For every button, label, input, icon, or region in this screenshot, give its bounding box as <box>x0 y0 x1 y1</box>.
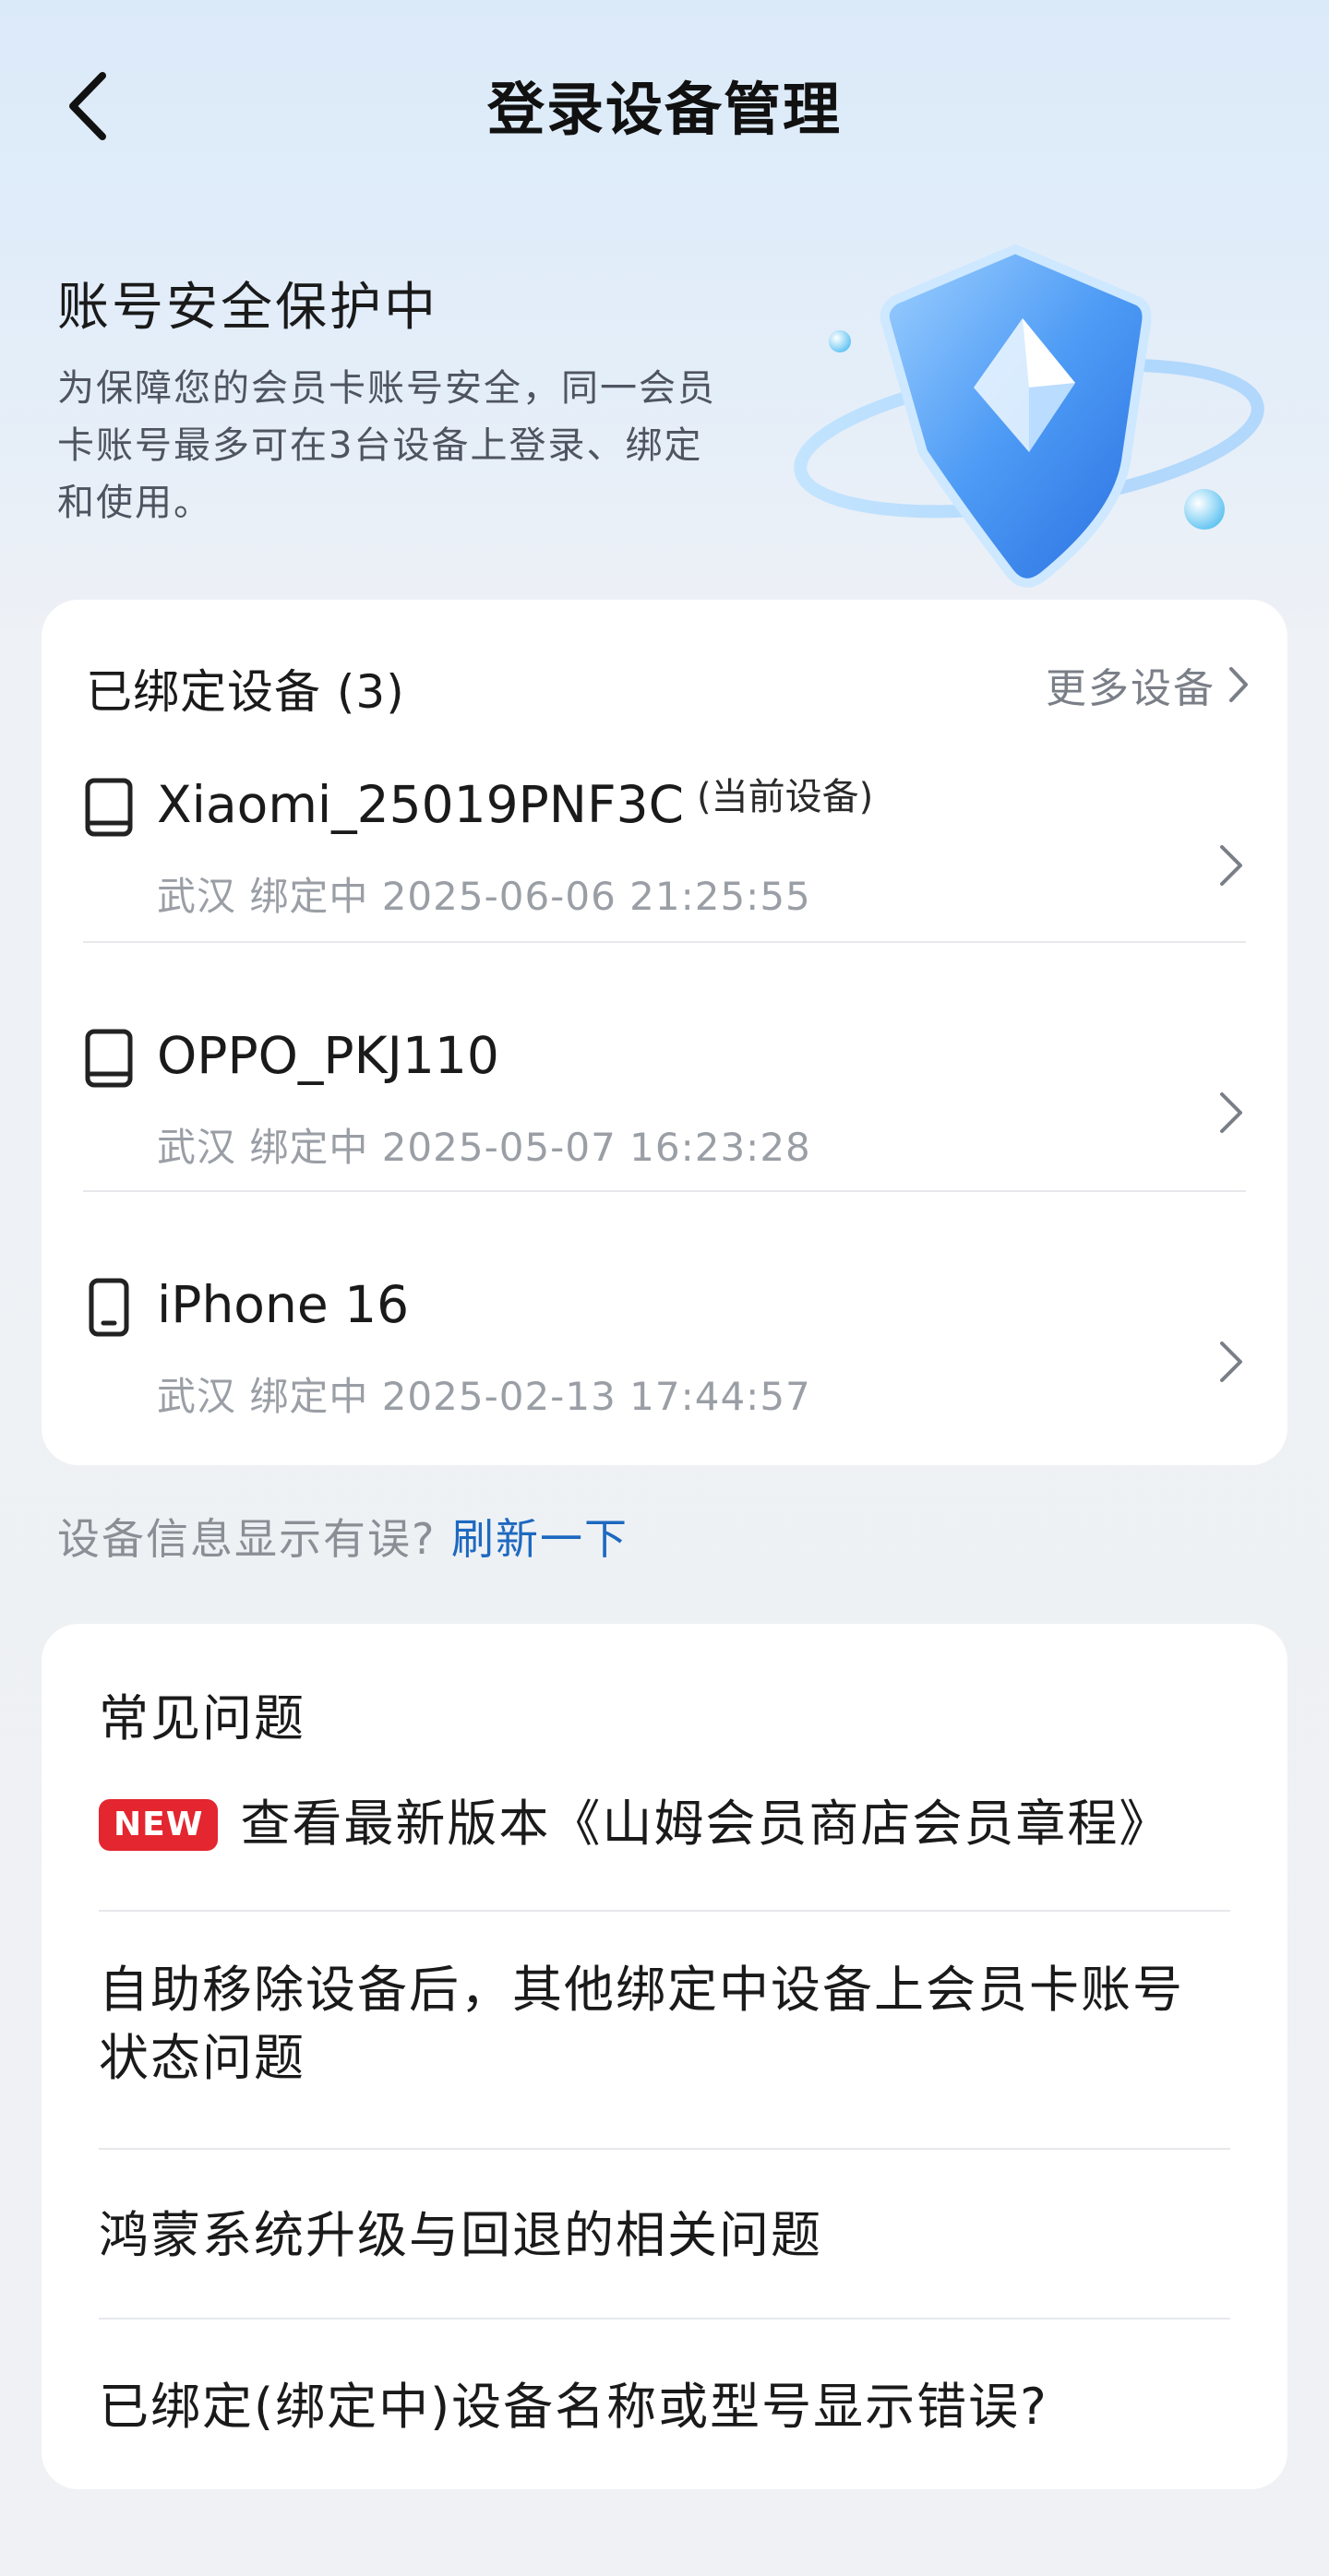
refresh-prompt-text: 设备信息显示有误? <box>57 1514 437 1564</box>
more-devices-label: 更多设备 <box>1046 665 1215 712</box>
page-title: 登录设备管理 <box>486 76 842 143</box>
refresh-prompt: 设备信息显示有误? 刷新一下 <box>57 1506 629 1567</box>
chevron-right-icon <box>1220 1342 1242 1382</box>
chevron-right-icon <box>1220 1092 1242 1133</box>
faq-item-label: 查看最新版本《山姆会员商店会员章程》 <box>240 1795 1171 1853</box>
divider <box>99 2148 1230 2150</box>
security-description: 为保障您的会员卡账号安全，同一会员卡账号最多可在3台设备上登录、绑定和使用。 <box>57 367 716 524</box>
device-name-text: Xiaomi_25019PNF3C <box>157 775 684 834</box>
phone-icon <box>89 1278 129 1337</box>
device-name: Xiaomi_25019PNF3C (当前设备) <box>157 775 873 834</box>
device-row[interactable]: Xiaomi_25019PNF3C (当前设备) 武汉 绑定中 2025-06-0… <box>83 775 1246 943</box>
faq-item[interactable]: 自助移除设备后，其他绑定中设备上会员卡账号状态问题 <box>99 1956 1230 2093</box>
more-devices-link[interactable]: 更多设备 <box>1046 655 1249 714</box>
refresh-link[interactable]: 刷新一下 <box>451 1514 629 1564</box>
header-bar: 登录设备管理 <box>0 0 1329 203</box>
tablet-icon <box>85 778 133 837</box>
tablet-icon <box>85 1029 133 1088</box>
current-device-tag: (当前设备) <box>696 776 874 818</box>
security-status-title: 账号安全保护中 <box>57 278 438 338</box>
device-row[interactable]: iPhone 16 武汉 绑定中 2025-02-13 17:44:57 <box>83 1275 1246 1432</box>
device-bind-info: 武汉 绑定中 2025-02-13 17:44:57 <box>157 1374 811 1419</box>
faq-item[interactable]: 已绑定(绑定中)设备名称或型号显示错误? <box>99 2373 1230 2441</box>
bound-devices-card: 已绑定设备 (3) 更多设备 Xiaomi_25019PNF3C (当前设备) 武… <box>42 600 1287 1465</box>
faq-item[interactable]: NEW 查看最新版本《山姆会员商店会员章程》 <box>99 1790 1230 1858</box>
divider <box>99 2318 1230 2320</box>
faq-title: 常见问题 <box>99 1689 305 1747</box>
device-name: iPhone 16 <box>157 1275 410 1334</box>
device-bind-info: 武汉 绑定中 2025-05-07 16:23:28 <box>157 1125 811 1170</box>
shield-illustration-icon <box>794 244 1264 588</box>
faq-card: 常见问题 NEW 查看最新版本《山姆会员商店会员章程》 自助移除设备后，其他绑定中… <box>42 1624 1287 2489</box>
chevron-right-icon <box>1220 845 1242 886</box>
device-bind-info: 武汉 绑定中 2025-06-06 21:25:55 <box>157 874 811 919</box>
chevron-right-icon <box>1229 667 1248 702</box>
divider <box>99 1910 1230 1912</box>
device-row[interactable]: OPPO_PKJ110 武汉 绑定中 2025-05-07 16:23:28 <box>83 1026 1246 1192</box>
bound-devices-title: 已绑定设备 (3) <box>86 665 405 719</box>
device-name: OPPO_PKJ110 <box>157 1026 499 1085</box>
new-badge: NEW <box>99 1799 219 1851</box>
faq-item[interactable]: 鸿蒙系统升级与回退的相关问题 <box>99 2201 1230 2270</box>
